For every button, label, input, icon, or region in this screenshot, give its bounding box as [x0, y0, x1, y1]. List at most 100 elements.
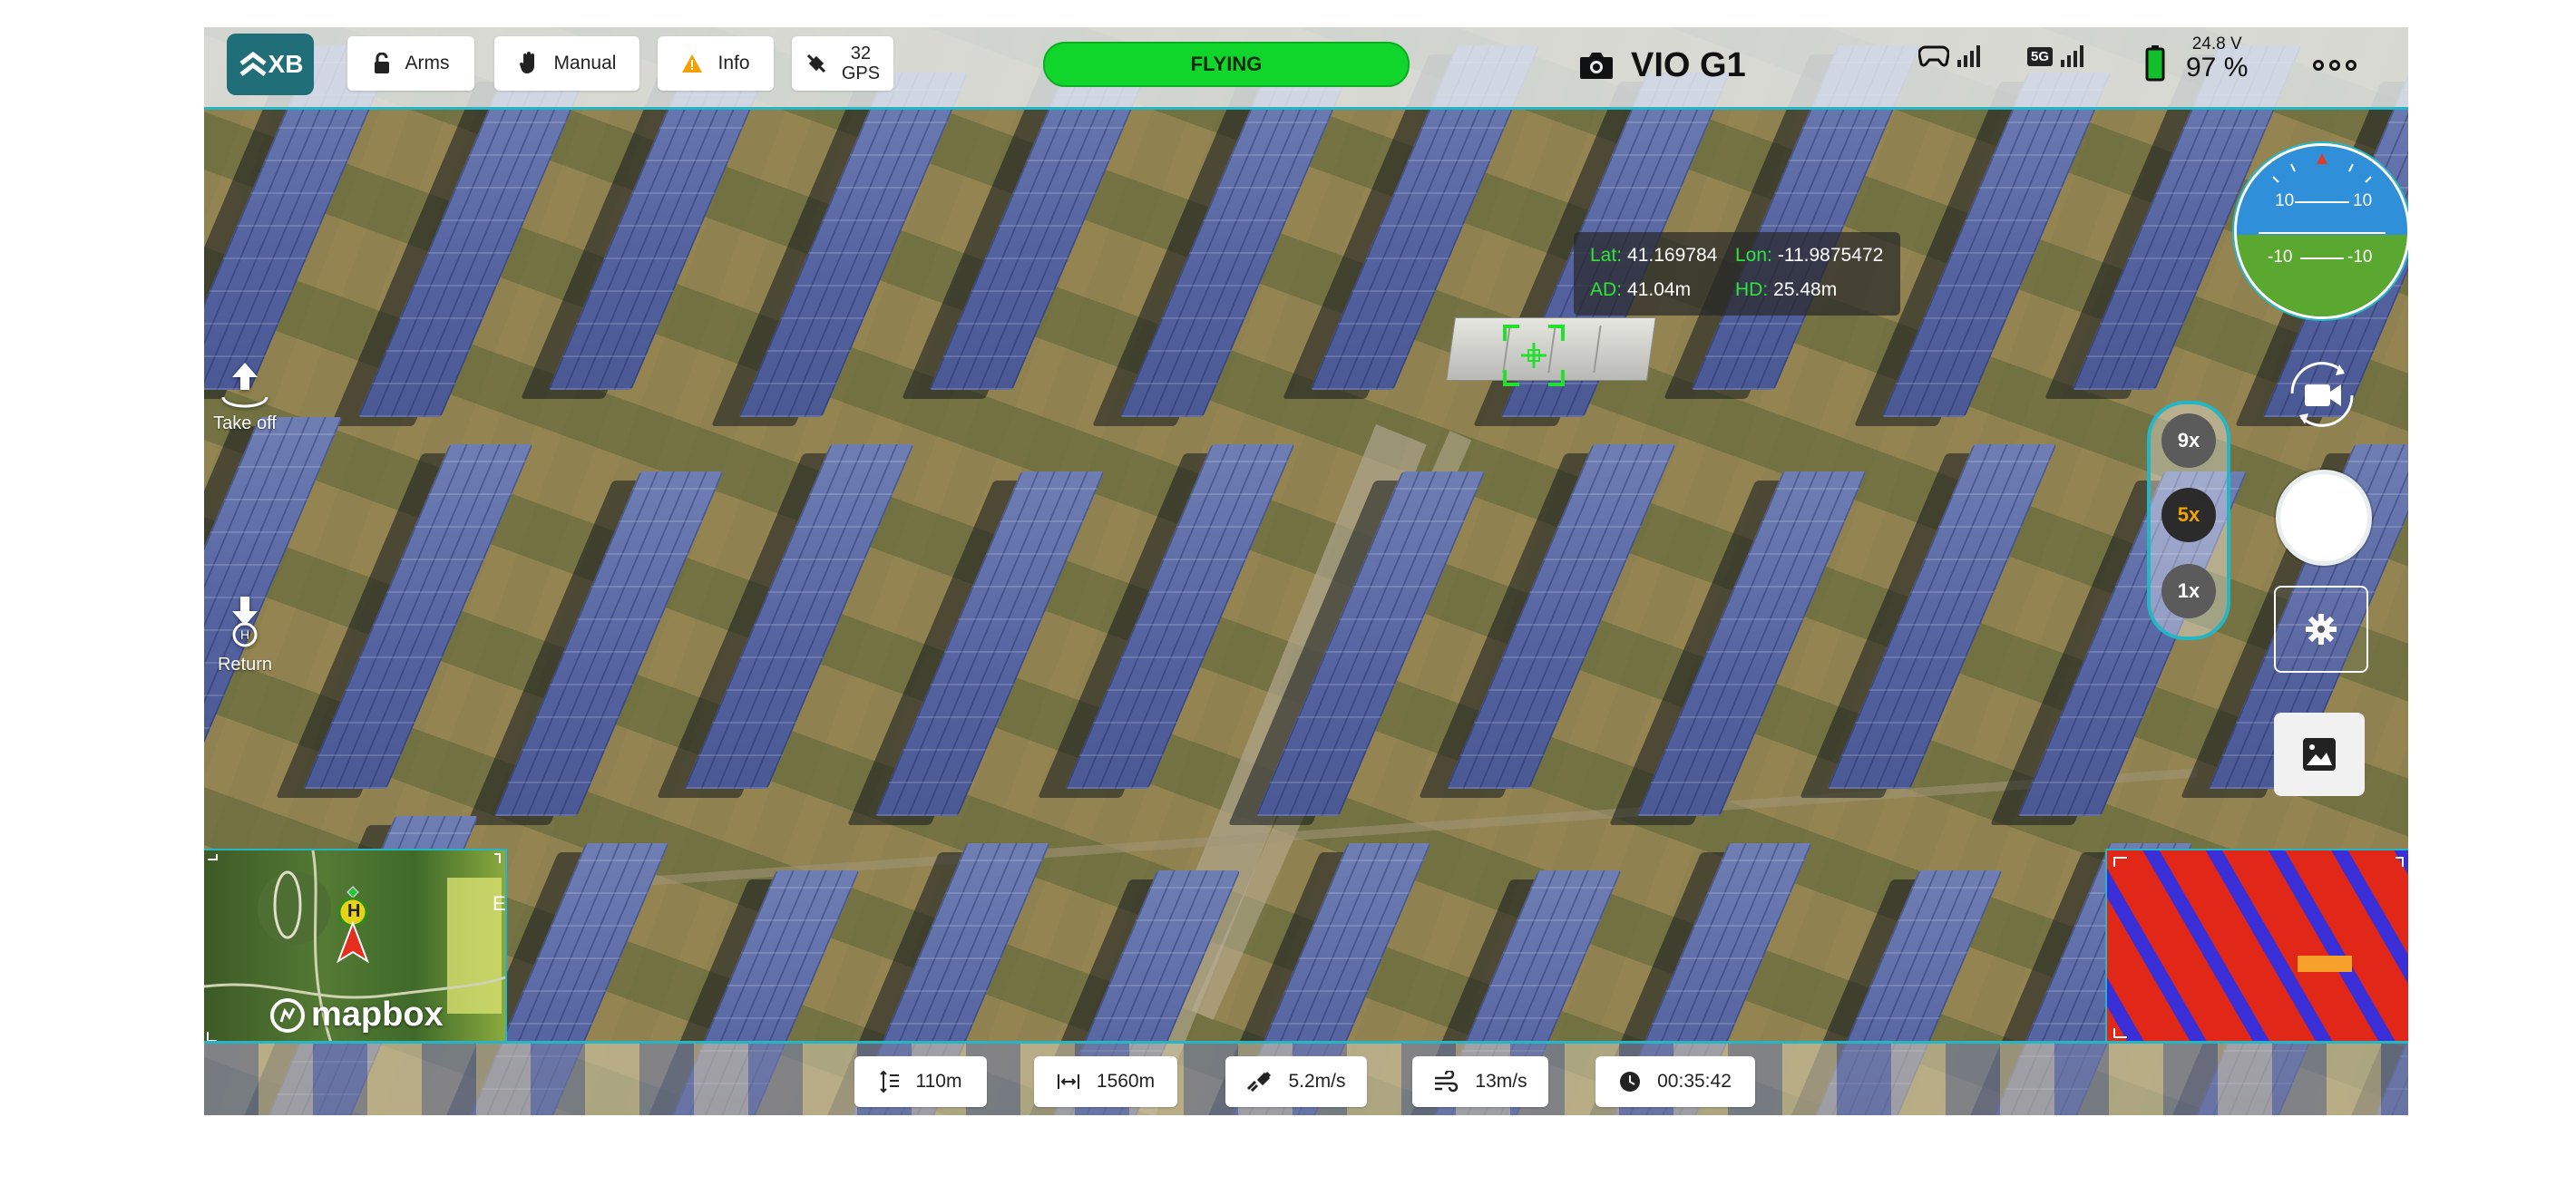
- logo-chevron-icon: [239, 51, 267, 76]
- battery-readout: 24.8 V 97 %: [2186, 34, 2248, 83]
- lat-key: Lat:: [1590, 245, 1623, 266]
- arms-button[interactable]: Arms: [347, 36, 474, 91]
- lon-value: -11.9875472: [1777, 245, 1884, 266]
- mapbox-mark-icon: [270, 997, 305, 1033]
- home-marker-letter: H: [347, 901, 361, 921]
- return-label: Return: [217, 655, 273, 675]
- battery-voltage: 24.8 V: [2191, 34, 2242, 53]
- distance-icon: [1057, 1074, 1079, 1089]
- solar-panel-row: [1881, 73, 2112, 417]
- shutter-button[interactable]: [2276, 470, 2372, 566]
- warning-icon: [682, 54, 703, 73]
- attitude-markings-icon: [2259, 153, 2386, 259]
- clock-icon: [1620, 1072, 1641, 1092]
- speed-icon: [1247, 1071, 1272, 1093]
- target-reticle-icon: [1503, 325, 1565, 386]
- pitch-down-left: -10: [2268, 248, 2293, 267]
- bottom-status-bar: 110m 1560m 5.2m/s 13m/s 00:35:42: [204, 1041, 2408, 1115]
- ad-key: AD:: [1590, 279, 1623, 300]
- coordinates-readout: Lat: 41.169784 Lon: -11.9875472 AD: 41.04m …: [1574, 232, 1900, 316]
- flight-mode-button[interactable]: Manual: [494, 36, 639, 91]
- hd-key: HD:: [1735, 279, 1769, 300]
- camera-name: VIO G1: [1631, 45, 1746, 84]
- pitch-down-right: -10: [2347, 248, 2373, 267]
- arms-label: Arms: [405, 53, 450, 73]
- dot-icon: [2329, 60, 2340, 71]
- lat-value: 41.169784: [1627, 245, 1718, 266]
- camera-title[interactable]: VIO G1: [1578, 40, 1746, 91]
- gallery-button[interactable]: [2274, 713, 2365, 796]
- takeoff-label: Take off: [213, 413, 277, 433]
- solar-panel-row: [1065, 444, 1295, 789]
- solar-panel-field: [204, 27, 2408, 1115]
- takeoff-button[interactable]: Take off: [213, 359, 277, 434]
- solar-panel-row: [1255, 471, 1486, 816]
- dot-icon: [2313, 60, 2324, 71]
- zoom-option-5x[interactable]: 5x: [2161, 488, 2216, 542]
- dot-icon: [2346, 60, 2356, 71]
- solar-panel-row: [1446, 444, 1676, 789]
- solar-panel-row: [1636, 471, 1867, 816]
- zoom-option-1x[interactable]: 1x: [2161, 564, 2216, 618]
- flight-time-stat: 00:35:42: [1595, 1056, 1755, 1107]
- solar-panel-row: [1827, 444, 2057, 789]
- wind-icon: [1435, 1071, 1459, 1093]
- zoom-option-9x[interactable]: 9x: [2161, 413, 2216, 468]
- svg-text:H: H: [240, 627, 249, 642]
- network-signal-bars: [2058, 45, 2084, 67]
- flight-status-badge: FLYING: [1043, 42, 1410, 87]
- satellite-icon: [806, 53, 825, 73]
- solar-panel-row: [493, 471, 724, 816]
- controller-signal: [1918, 45, 1980, 67]
- flight-time-value: 00:35:42: [1657, 1071, 1732, 1092]
- zoom-selector: 9x 5x 1x: [2147, 401, 2230, 640]
- drone-control-app: Lat: 41.169784 Lon: -11.9875472 AD: 41.04m …: [204, 27, 2408, 1115]
- top-bar: XB Arms Manual Info 32 GPS FLYING VIO G1: [204, 27, 2408, 110]
- lock-icon: [374, 53, 389, 73]
- distance-stat: 1560m: [1034, 1056, 1177, 1107]
- solar-panel-row: [684, 444, 914, 789]
- attitude-indicator: 10 10 -10 -10: [2234, 143, 2408, 319]
- map-edge-letter: E: [493, 892, 506, 915]
- controller-signal-bars: [1955, 45, 1980, 67]
- altitude-stat: 110m: [854, 1056, 987, 1107]
- speed-stat: 5.2m/s: [1225, 1056, 1367, 1107]
- info-button[interactable]: Info: [658, 36, 774, 91]
- image-icon: [2303, 738, 2336, 771]
- camera-settings-button[interactable]: [2274, 586, 2368, 673]
- more-menu-button[interactable]: [2313, 60, 2362, 71]
- logo-text: XB: [268, 50, 304, 78]
- pitch-up-right: 10: [2353, 191, 2373, 210]
- minimap[interactable]: H E mapbox: [204, 849, 507, 1043]
- gps-count: 32: [850, 44, 872, 63]
- return-home-icon: H: [232, 597, 258, 647]
- pitch-up-left: 10: [2275, 191, 2295, 210]
- return-home-button[interactable]: H Return: [213, 593, 277, 675]
- solar-panel-row: [874, 471, 1105, 816]
- mapbox-brand: mapbox: [311, 996, 444, 1034]
- record-mode-switch-icon[interactable]: [2281, 357, 2363, 432]
- camera-icon: [1580, 53, 1613, 79]
- aerial-camera-feed[interactable]: [204, 27, 2408, 1115]
- lon-key: Lon:: [1735, 245, 1772, 266]
- speed-value: 5.2m/s: [1288, 1071, 1346, 1092]
- gps-status-button[interactable]: 32 GPS: [792, 36, 893, 91]
- solar-panel-row: [357, 73, 588, 417]
- gamepad-icon: [1918, 45, 1949, 67]
- xb-logo: XB: [227, 34, 314, 95]
- gear-icon: [2306, 614, 2337, 645]
- 5g-icon: 5G: [2027, 46, 2054, 66]
- gps-label: GPS: [841, 63, 881, 83]
- takeoff-arrow-icon: [221, 363, 268, 408]
- network-signal: 5G: [2027, 45, 2084, 67]
- battery-icon: [2145, 45, 2165, 82]
- solar-panel-row: [1119, 73, 1350, 417]
- solar-panel-row: [204, 417, 343, 762]
- expand-corners-icon: [2113, 857, 2404, 1038]
- solar-panel-row: [738, 73, 969, 417]
- thermal-camera-view[interactable]: [2105, 849, 2408, 1043]
- wind-stat: 13m/s: [1412, 1056, 1548, 1107]
- mapbox-logo: mapbox: [269, 996, 444, 1035]
- distance-value: 1560m: [1096, 1071, 1156, 1092]
- battery-percent: 97 %: [2186, 53, 2249, 83]
